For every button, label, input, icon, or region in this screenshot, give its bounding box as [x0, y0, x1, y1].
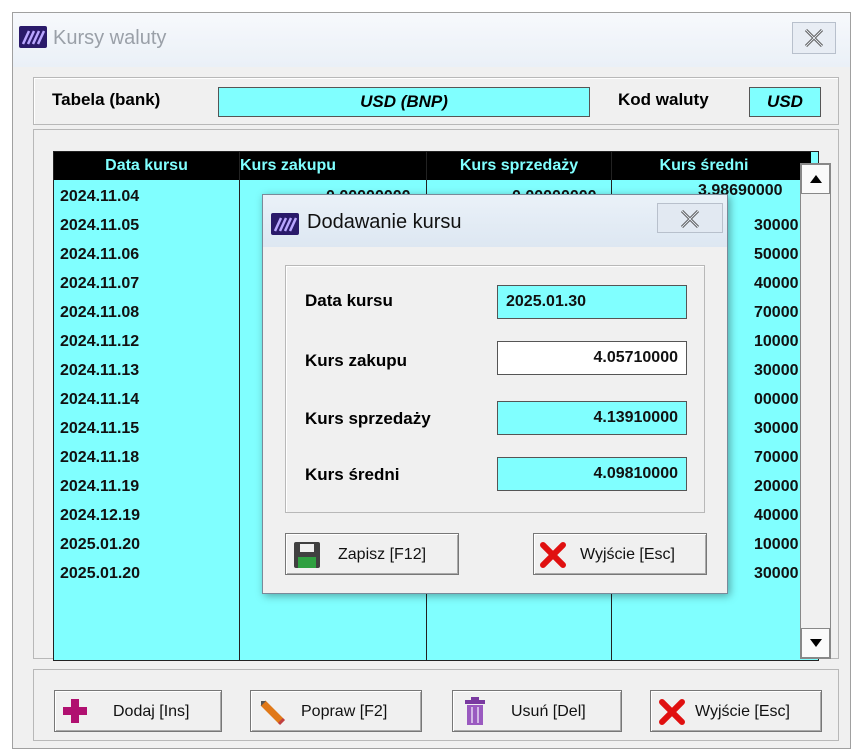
currency-header-group: Tabela (bank) USD (BNP) Kod waluty USD: [33, 77, 839, 125]
arrow-up-icon: [809, 175, 822, 183]
dialog-title-bar: Dodawanie kursu: [263, 195, 727, 247]
table-header: Data kursu Kurs zakupu Kurs sprzedaży Ku…: [54, 152, 811, 180]
table-row[interactable]: 2024.11.19: [60, 472, 140, 501]
column-sell[interactable]: Kurs sprzedaży: [427, 152, 611, 180]
arrow-down-icon: [809, 639, 822, 647]
dialog-title: Dodawanie kursu: [307, 211, 462, 233]
avg-cell: 30000: [754, 362, 799, 379]
column-avg[interactable]: Kurs średni: [612, 152, 796, 180]
exit-button[interactable]: Wyjście [Esc]: [650, 690, 822, 732]
add-button[interactable]: Dodaj [Ins]: [54, 690, 222, 732]
avg-cell: 40000: [754, 507, 799, 524]
column-divider: [239, 152, 240, 660]
save-button[interactable]: Zapisz [F12]: [285, 533, 459, 575]
table-field: USD (BNP): [218, 87, 590, 117]
column-date[interactable]: Data kursu: [54, 152, 239, 180]
scroll-down-button[interactable]: [801, 628, 830, 658]
avg-cell: 10000: [754, 536, 799, 553]
table-scrollbar[interactable]: [800, 163, 831, 659]
table-row[interactable]: 2024.11.18: [60, 443, 140, 472]
column-buy[interactable]: Kurs zakupu: [240, 152, 426, 180]
close-icon: [659, 699, 685, 730]
delete-button-label: Usuń [Del]: [511, 703, 586, 720]
table-row[interactable]: 2025.01.20: [60, 559, 140, 588]
table-row[interactable]: 2024.11.05: [60, 211, 140, 240]
avg-cell: 70000: [754, 449, 799, 466]
date-field[interactable]: 2025.01.30: [497, 285, 687, 319]
table-label: Tabela (bank): [52, 90, 161, 109]
table-row[interactable]: 2024.11.04: [60, 182, 140, 211]
buy-rate-input[interactable]: 4.05710000: [497, 341, 687, 375]
close-icon: [540, 542, 566, 573]
add-rate-dialog: Dodawanie kursu Data kursu 2025.01.30 Ku…: [262, 194, 728, 594]
table-row[interactable]: 2025.01.20: [60, 530, 140, 559]
app-logo-icon: [19, 26, 47, 48]
currency-code-label: Kod waluty: [618, 90, 709, 109]
table-row[interactable]: 2024.11.07: [60, 269, 140, 298]
date-label: Data kursu: [305, 291, 393, 310]
trash-icon: [463, 697, 487, 732]
table-row[interactable]: 2024.11.15: [60, 414, 140, 443]
exit-button-label: Wyjście [Esc]: [695, 703, 790, 720]
plus-icon: [61, 697, 89, 730]
app-logo-icon: [271, 213, 299, 235]
avg-cell: 30000: [754, 217, 799, 234]
avg-cell: 30000: [754, 565, 799, 582]
sell-rate-field[interactable]: 4.13910000: [497, 401, 687, 435]
edit-button-label: Popraw [F2]: [301, 703, 388, 720]
table-row[interactable]: 2024.11.06: [60, 240, 140, 269]
avg-cell: 30000: [754, 420, 799, 437]
table-row[interactable]: 2024.12.19: [60, 501, 140, 530]
avg-rate-label: Kurs średni: [305, 465, 400, 484]
table-row[interactable]: 2024.11.08: [60, 298, 140, 327]
avg-column-visible-cells: 30000 50000 40000 70000 10000 30000 0000…: [754, 211, 799, 588]
title-bar: Kursy waluty: [13, 13, 850, 67]
delete-button[interactable]: Usuń [Del]: [452, 690, 622, 732]
dialog-exit-button-label: Wyjście [Esc]: [580, 546, 675, 563]
table-row[interactable]: 2024.11.13: [60, 356, 140, 385]
table-row[interactable]: 2024.11.14: [60, 385, 140, 414]
dialog-close-button[interactable]: [657, 203, 723, 233]
buy-rate-label: Kurs zakupu: [305, 351, 408, 370]
avg-rate-field[interactable]: 4.09810000: [497, 457, 687, 491]
dialog-exit-button[interactable]: Wyjście [Esc]: [533, 533, 707, 575]
add-button-label: Dodaj [Ins]: [113, 703, 190, 720]
date-column-cells: 2024.11.04 2024.11.05 2024.11.06 2024.11…: [60, 182, 140, 588]
table-row[interactable]: 2024.11.12: [60, 327, 140, 356]
avg-cell: 20000: [754, 478, 799, 495]
window-close-button[interactable]: [792, 22, 836, 54]
currency-code-field: USD: [749, 87, 821, 117]
avg-cell: 40000: [754, 275, 799, 292]
avg-cell: 70000: [754, 304, 799, 321]
action-buttons-group: Dodaj [Ins] Popraw [F2] Usuń [Del] Wyjśc…: [33, 669, 839, 741]
pencil-icon: [257, 697, 287, 732]
avg-cell: 50000: [754, 246, 799, 263]
window-title: Kursy waluty: [53, 27, 167, 49]
save-button-label: Zapisz [F12]: [338, 546, 427, 563]
sell-rate-label: Kurs sprzedaży: [305, 409, 431, 428]
edit-button[interactable]: Popraw [F2]: [250, 690, 422, 732]
floppy-disk-icon: [292, 540, 322, 575]
scroll-up-button[interactable]: [801, 164, 830, 194]
avg-cell: 00000: [754, 391, 799, 408]
avg-cell: 10000: [754, 333, 799, 350]
